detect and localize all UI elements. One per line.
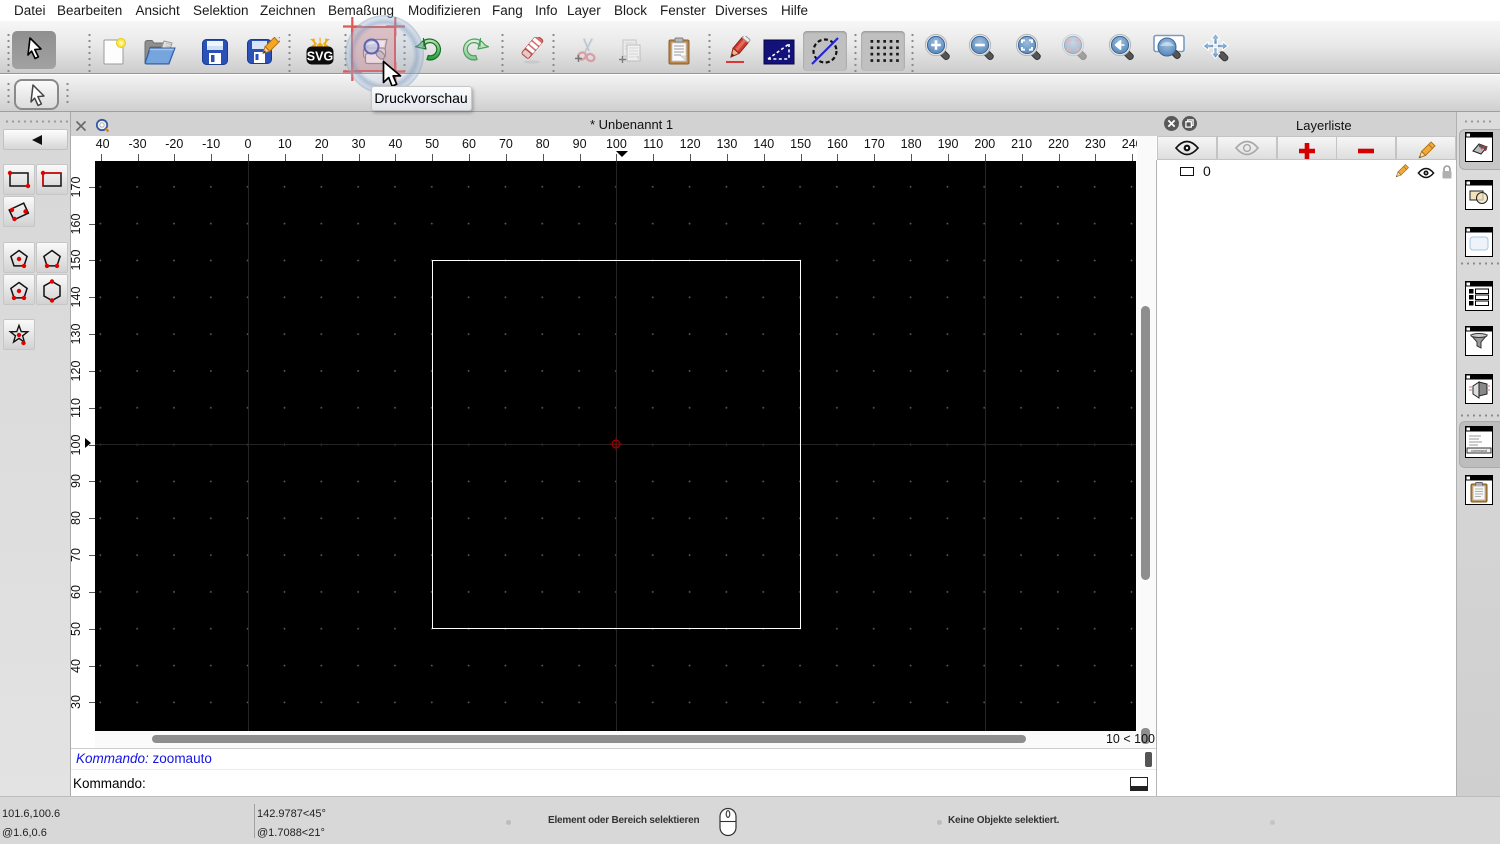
svg-text:SVG: SVG [307,50,333,64]
svg-text:command: command [1471,449,1487,453]
